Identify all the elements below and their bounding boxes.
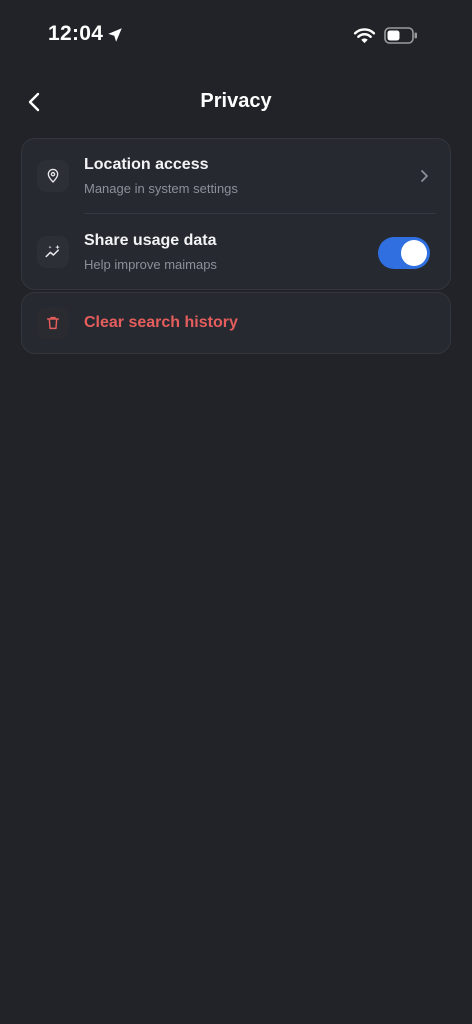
toggle-knob	[401, 240, 427, 266]
wifi-icon	[353, 28, 376, 44]
share-usage-subtitle: Help improve maimaps	[84, 257, 217, 272]
status-bar: 12:04	[0, 0, 472, 70]
chevron-right-icon	[421, 170, 428, 182]
clear-search-history-button[interactable]: Clear search history	[22, 293, 450, 353]
share-usage-toggle[interactable]	[378, 237, 430, 269]
clear-search-history-label: Clear search history	[84, 314, 238, 331]
location-arrow-icon	[108, 28, 122, 42]
location-access-title: Location access	[84, 156, 209, 173]
privacy-screen: 12:04 Privacy Location access Manage in …	[0, 0, 472, 1024]
location-access-subtitle: Manage in system settings	[84, 181, 238, 196]
header: Privacy	[0, 78, 472, 126]
status-time: 12:04	[48, 22, 104, 45]
settings-card: Location access Manage in system setting…	[21, 138, 451, 290]
map-pin-icon	[37, 160, 69, 192]
page-title: Privacy	[200, 90, 272, 112]
row-divider	[84, 213, 436, 214]
battery-icon	[384, 27, 417, 44]
clear-history-card: Clear search history	[21, 292, 451, 354]
sparkle-chart-icon	[37, 236, 69, 268]
location-access-row[interactable]: Location access Manage in system setting…	[22, 139, 450, 214]
share-usage-row: Share usage data Help improve maimaps	[22, 215, 450, 290]
trash-icon	[37, 307, 69, 339]
share-usage-title: Share usage data	[84, 232, 217, 249]
